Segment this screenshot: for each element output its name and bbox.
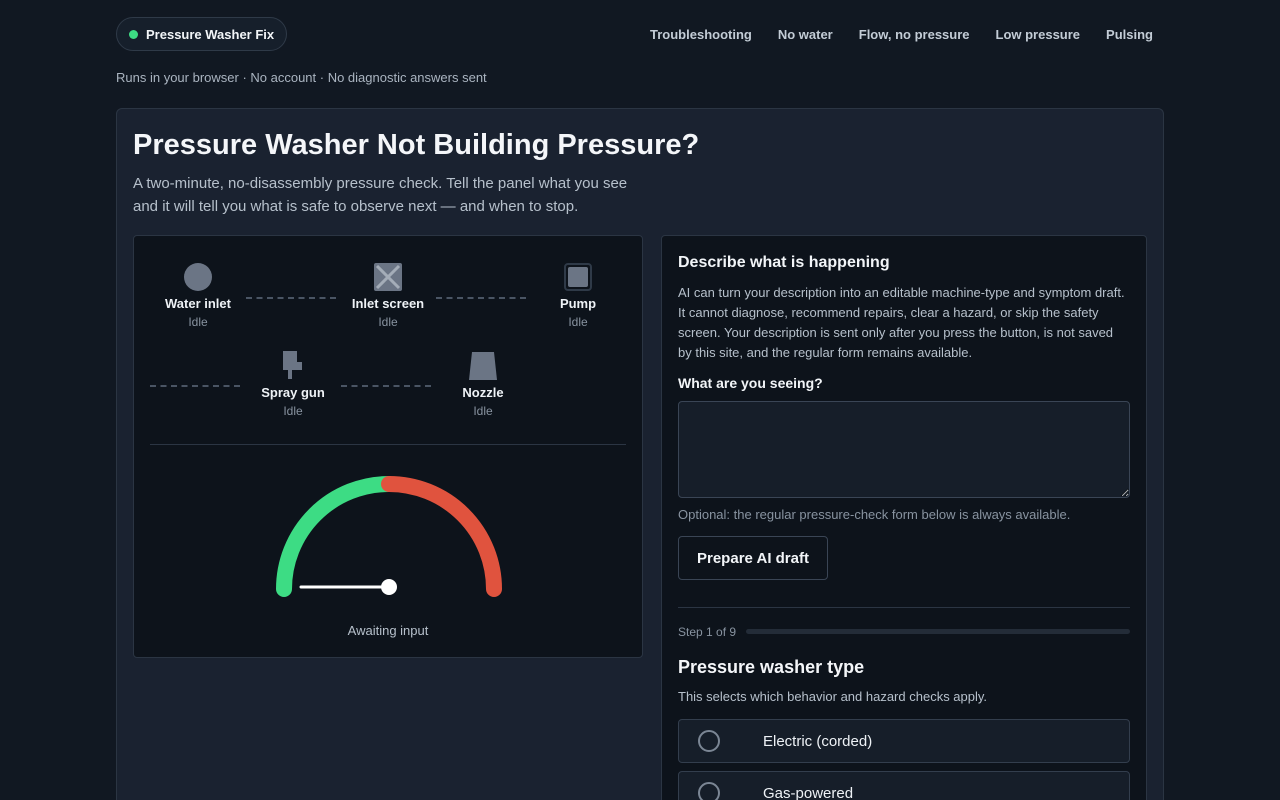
- step-progress-bar: [746, 629, 1130, 634]
- node-status: Idle: [378, 315, 398, 329]
- wizard-step-subtext: This selects which behavior and hazard c…: [678, 689, 988, 704]
- diagram-divider: [150, 444, 626, 445]
- form-divider: [678, 607, 1130, 608]
- wizard-step-heading: Pressure washer type: [678, 657, 865, 677]
- privacy-tagline: Runs in your browser · No account · No d…: [116, 70, 487, 85]
- symptom-question-label: What are you seeing?: [678, 375, 823, 391]
- step-indicator: Step 1 of 9: [678, 625, 737, 639]
- radio-button[interactable]: [698, 782, 720, 800]
- nav-link-troubleshooting[interactable]: Troubleshooting: [650, 27, 752, 42]
- node-water-inlet: Water inlet Idle: [143, 262, 253, 329]
- top-bar: Pressure Washer Fix Troubleshooting No w…: [116, 17, 1164, 51]
- gauge-arc-high: [381, 476, 502, 597]
- option-gas-powered[interactable]: Gas-powered: [678, 771, 1130, 800]
- connector-line: [341, 385, 431, 387]
- node-name: Spray gun: [261, 385, 325, 400]
- spray-gun-icon: [283, 351, 302, 379]
- connector-line: [246, 297, 336, 299]
- node-status: Idle: [473, 404, 493, 418]
- nav-link-flow-no-pressure[interactable]: Flow, no pressure: [859, 27, 970, 42]
- nozzle-icon: [469, 352, 497, 380]
- node-status: Idle: [283, 404, 303, 418]
- node-status: Idle: [568, 315, 588, 329]
- brand-name: Pressure Washer Fix: [146, 26, 275, 42]
- gauge-status-label: Awaiting input: [347, 623, 429, 638]
- system-diagram: Water inlet Idle Inlet screen Idle Pump …: [133, 235, 643, 658]
- connector-line: [150, 385, 240, 387]
- nav-link-no-water[interactable]: No water: [778, 27, 833, 42]
- page-lead: A two-minute, no-disassembly pressure ch…: [133, 175, 628, 215]
- option-label: Gas-powered: [763, 784, 854, 800]
- connector-line: [436, 297, 526, 299]
- main-nav: Troubleshooting No water Flow, no pressu…: [650, 27, 1153, 42]
- gauge-needle-hub: [381, 579, 397, 595]
- node-pump: Pump Idle: [523, 262, 633, 329]
- node-name: Water inlet: [165, 296, 231, 311]
- main-panel: Pressure Washer Not Building Pressure? A…: [116, 108, 1164, 800]
- pump-icon: [564, 263, 592, 291]
- radio-button[interactable]: [698, 730, 720, 752]
- node-inlet-screen: Inlet screen Idle: [333, 262, 443, 329]
- prepare-ai-draft-button[interactable]: Prepare AI draft: [678, 536, 828, 580]
- status-dot-icon: [129, 29, 138, 39]
- gauge-arc-low: [276, 476, 397, 597]
- screen-filter-icon: [374, 263, 402, 291]
- node-status: Idle: [188, 315, 208, 329]
- pressure-gauge: [276, 476, 502, 597]
- diagnostic-form: Describe what is happening AI can turn y…: [661, 235, 1147, 800]
- nav-link-low-pressure[interactable]: Low pressure: [996, 27, 1081, 42]
- optional-note: Optional: the regular pressure-check for…: [678, 507, 1071, 522]
- option-electric-corded[interactable]: Electric (corded): [678, 719, 1130, 763]
- nav-link-pulsing[interactable]: Pulsing: [1106, 27, 1153, 42]
- node-nozzle: Nozzle Idle: [428, 351, 538, 418]
- node-name: Nozzle: [462, 385, 504, 400]
- circle-icon: [184, 263, 212, 291]
- brand-pill[interactable]: Pressure Washer Fix: [116, 17, 288, 51]
- node-spray-gun: Spray gun Idle: [238, 351, 348, 418]
- option-label: Electric (corded): [763, 732, 873, 750]
- page-title: Pressure Washer Not Building Pressure?: [133, 129, 700, 161]
- node-name: Pump: [559, 296, 597, 311]
- node-name: Inlet screen: [351, 296, 425, 311]
- symptom-description-textarea[interactable]: [678, 401, 1130, 498]
- ai-form-description: AI can turn your description into an edi…: [678, 285, 1125, 360]
- ai-form-heading: Describe what is happening: [678, 254, 890, 271]
